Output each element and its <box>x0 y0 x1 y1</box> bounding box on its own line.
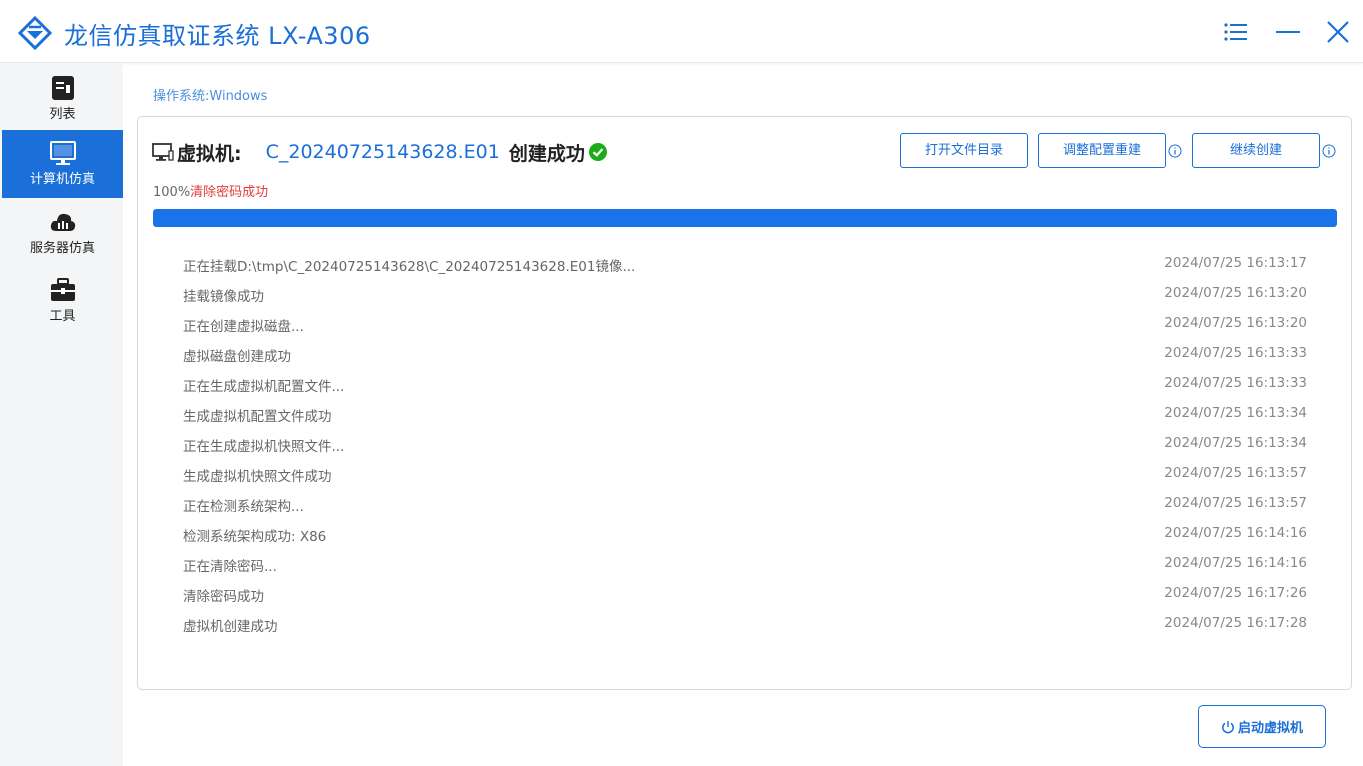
sidebar-item-label: 计算机仿真 <box>29 172 95 187</box>
close-icon[interactable] <box>1324 18 1352 46</box>
list-icon <box>52 76 74 100</box>
log-entry: 挂载镜像成功 2024/07/25 16:13:20 <box>183 283 1307 313</box>
success-check-icon <box>588 143 607 161</box>
log-message: 正在生成虚拟机快照文件... <box>183 439 345 455</box>
log-message: 正在创建虚拟磁盘... <box>183 319 304 335</box>
log-message: 生成虚拟机配置文件成功 <box>183 409 332 425</box>
log-message: 生成虚拟机快照文件成功 <box>183 469 332 485</box>
log-entry: 正在生成虚拟机配置文件... 2024/07/25 16:13:33 <box>183 373 1307 403</box>
log-timestamp: 2024/07/25 16:13:34 <box>1164 405 1307 421</box>
log-list: 正在挂载D:\tmp\C_20240725143628\C_2024072514… <box>183 253 1307 643</box>
vm-label: 虚拟机: <box>177 142 242 165</box>
log-timestamp: 2024/07/25 16:13:20 <box>1164 315 1307 331</box>
log-timestamp: 2024/07/25 16:13:20 <box>1164 285 1307 301</box>
info-icon[interactable] <box>1322 144 1336 158</box>
log-entry: 生成虚拟机配置文件成功 2024/07/25 16:13:34 <box>183 403 1307 433</box>
info-icon[interactable] <box>1168 144 1182 158</box>
log-timestamp: 2024/07/25 16:17:26 <box>1164 585 1307 601</box>
log-entry: 生成虚拟机快照文件成功 2024/07/25 16:13:57 <box>183 463 1307 493</box>
sidebar-item-computer-simulation[interactable]: 计算机仿真 <box>2 130 123 198</box>
sidebar-item-label: 列表 <box>49 107 76 122</box>
log-timestamp: 2024/07/25 16:14:16 <box>1164 525 1307 541</box>
log-message: 清除密码成功 <box>183 589 264 605</box>
open-folder-button[interactable]: 打开文件目录 <box>900 133 1028 168</box>
log-entry: 正在生成虚拟机快照文件... 2024/07/25 16:13:34 <box>183 433 1307 463</box>
log-message: 正在生成虚拟机配置文件... <box>183 379 345 395</box>
title-bar: 龙信仿真取证系统 LX-A306 <box>0 0 1363 63</box>
start-vm-label: 启动虚拟机 <box>1237 721 1303 736</box>
vm-creation-card: 虚拟机: C_20240725143628.E01 创建成功 打开文件目录 调整… <box>137 116 1352 690</box>
app-logo-icon <box>18 16 52 50</box>
sidebar-item-list[interactable]: 列表 <box>2 65 123 133</box>
progress-status: 100%清除密码成功 <box>153 181 268 200</box>
sidebar: 列表 计算机仿真 服务器仿真 工具 <box>0 63 123 766</box>
log-timestamp: 2024/07/25 16:13:17 <box>1164 255 1307 271</box>
vm-name: C_20240725143628.E01 <box>265 141 500 163</box>
progress-bar-fill <box>153 209 1337 227</box>
sidebar-item-server-simulation[interactable]: 服务器仿真 <box>2 199 123 267</box>
monitor-icon <box>50 141 76 165</box>
os-value: Windows <box>209 89 268 104</box>
app-title: 龙信仿真取证系统 LX-A306 <box>64 22 371 50</box>
menu-icon[interactable] <box>1222 18 1250 46</box>
progress-message: 清除密码成功 <box>190 185 269 200</box>
log-timestamp: 2024/07/25 16:17:28 <box>1164 615 1307 631</box>
log-timestamp: 2024/07/25 16:13:57 <box>1164 465 1307 481</box>
log-message: 正在清除密码... <box>183 559 277 575</box>
log-timestamp: 2024/07/25 16:13:57 <box>1164 495 1307 511</box>
log-entry: 虚拟机创建成功 2024/07/25 16:17:28 <box>183 613 1307 643</box>
log-timestamp: 2024/07/25 16:13:34 <box>1164 435 1307 451</box>
vm-header: 虚拟机: C_20240725143628.E01 创建成功 <box>152 139 607 165</box>
sidebar-item-label: 服务器仿真 <box>29 241 95 256</box>
sidebar-item-tools[interactable]: 工具 <box>2 267 123 335</box>
reconfigure-rebuild-button[interactable]: 调整配置重建 <box>1038 133 1166 168</box>
log-timestamp: 2024/07/25 16:13:33 <box>1164 375 1307 391</box>
os-info: 操作系统:Windows <box>153 85 267 104</box>
minimize-icon[interactable] <box>1274 18 1302 46</box>
os-label: 操作系统: <box>153 89 210 104</box>
progress-percent: 100% <box>153 185 191 200</box>
log-message: 挂载镜像成功 <box>183 289 264 305</box>
vm-status: 创建成功 <box>508 142 585 165</box>
log-message: 虚拟磁盘创建成功 <box>183 349 291 365</box>
log-entry: 正在创建虚拟磁盘... 2024/07/25 16:13:20 <box>183 313 1307 343</box>
sidebar-item-label: 工具 <box>49 309 76 324</box>
log-entry: 虚拟磁盘创建成功 2024/07/25 16:13:33 <box>183 343 1307 373</box>
log-message: 虚拟机创建成功 <box>183 619 278 635</box>
log-message: 检测系统架构成功: X86 <box>183 529 327 545</box>
power-icon <box>1222 720 1234 733</box>
continue-create-button[interactable]: 继续创建 <box>1192 133 1320 168</box>
log-message: 正在挂载D:\tmp\C_20240725143628\C_2024072514… <box>183 259 636 275</box>
log-entry: 清除密码成功 2024/07/25 16:17:26 <box>183 583 1307 613</box>
start-vm-button[interactable]: 启动虚拟机 <box>1198 705 1326 748</box>
log-timestamp: 2024/07/25 16:13:33 <box>1164 345 1307 361</box>
toolbox-icon <box>51 278 75 301</box>
log-timestamp: 2024/07/25 16:14:16 <box>1164 555 1307 571</box>
log-entry: 检测系统架构成功: X86 2024/07/25 16:14:16 <box>183 523 1307 553</box>
log-message: 正在检测系统架构... <box>183 499 304 515</box>
progress-bar <box>153 209 1337 227</box>
log-entry: 正在检测系统架构... 2024/07/25 16:13:57 <box>183 493 1307 523</box>
cloud-server-icon <box>50 213 76 231</box>
computer-icon <box>152 143 174 161</box>
log-entry: 正在挂载D:\tmp\C_20240725143628\C_2024072514… <box>183 253 1307 283</box>
log-entry: 正在清除密码... 2024/07/25 16:14:16 <box>183 553 1307 583</box>
